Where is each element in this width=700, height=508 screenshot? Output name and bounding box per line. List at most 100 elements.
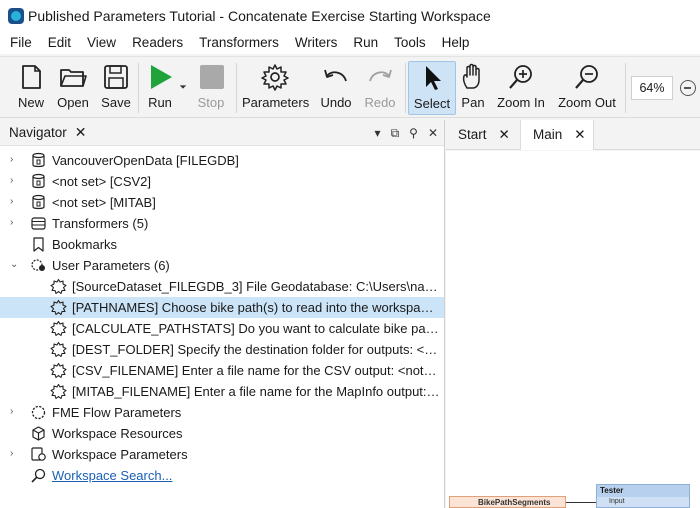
pan-label: Pan [461, 95, 485, 110]
menu-bar: File Edit View Readers Transformers Writ… [0, 32, 700, 54]
tab-main[interactable]: Main ✕ [520, 120, 594, 150]
cursor-arrow-icon [426, 66, 441, 90]
new-label: New [17, 95, 44, 110]
chevron-right-icon[interactable]: › [10, 218, 20, 228]
parameters-button[interactable]: Parameters [242, 61, 310, 115]
fme-app-icon [8, 8, 24, 24]
input-port[interactable]: Input [597, 497, 689, 507]
run-options-dropdown[interactable] [177, 61, 189, 115]
menu-transformers[interactable]: Transformers [191, 32, 287, 54]
tree-item-fme-flow-parameters[interactable]: › FME Flow Parameters [0, 402, 444, 423]
navigator-panel: Navigator ✕ ▾ ⧉ ⚲ ✕ › VancouverOpenData [… [0, 120, 445, 508]
tree-item-vancouveropendata-filegdb[interactable]: › VancouverOpenData [FILEGDB] [0, 150, 444, 171]
run-label: Run [148, 95, 172, 110]
menu-edit[interactable]: Edit [40, 32, 79, 54]
zoom-in-button[interactable]: Zoom In [494, 61, 548, 115]
select-tool-button[interactable]: Select [408, 61, 456, 115]
menu-readers[interactable]: Readers [124, 32, 191, 54]
tree-item-bookmarks[interactable]: Bookmarks [0, 234, 444, 255]
navigator-title: Navigator [9, 125, 67, 140]
menu-help[interactable]: Help [434, 32, 478, 54]
parameter-icon [50, 383, 67, 400]
parameter-icon [50, 341, 67, 358]
zoom-out-button[interactable]: Zoom Out [556, 61, 618, 115]
panel-float-icon[interactable]: ⧉ [391, 126, 400, 141]
run-play-icon [151, 65, 172, 89]
open-folder-icon [60, 69, 87, 87]
tree-item-not-set-mitab[interactable]: › <not set> [MITAB] [0, 192, 444, 213]
user-parameter-item[interactable]: [CALCULATE_PATHSTATS] Do you want to cal… [0, 318, 444, 339]
connection-line[interactable] [566, 502, 596, 503]
tree-item-label: FME Flow Parameters [52, 405, 182, 420]
parameters-label: Parameters [242, 95, 310, 110]
pan-tool-button[interactable]: Pan [458, 61, 488, 115]
tree-item-label: [CSV_FILENAME] Enter a file name for the… [72, 363, 440, 378]
parameter-icon [50, 299, 67, 316]
redo-label: Redo [364, 95, 396, 110]
parameter-icon [50, 362, 67, 379]
tree-item-label: Bookmarks [52, 237, 118, 252]
navigator-tab-close-icon[interactable]: ✕ [75, 124, 87, 141]
tree-item-label: [PATHNAMES] Choose bike path(s) to read … [72, 300, 440, 315]
tab-start-close-icon[interactable]: ✕ [499, 127, 510, 142]
tree-item-label: VancouverOpenData [FILEGDB] [52, 153, 239, 168]
chevron-right-icon[interactable]: › [10, 407, 20, 417]
zoom-in-label: Zoom In [497, 95, 545, 110]
tester-transformer-node[interactable]: Tester Input [596, 484, 690, 508]
stop-button[interactable]: Stop [194, 61, 228, 115]
open-button[interactable]: Open [55, 61, 91, 115]
toolbar-separator [236, 63, 237, 113]
run-button[interactable]: Run [144, 61, 176, 115]
zoom-in-icon [509, 65, 532, 89]
save-button[interactable]: Save [99, 61, 133, 115]
panel-close-icon[interactable]: ✕ [428, 126, 438, 140]
tree-item-label: Workspace Resources [52, 426, 183, 441]
tree-item-transformers-5[interactable]: › Transformers (5) [0, 213, 444, 234]
chevron-right-icon[interactable]: › [10, 197, 20, 207]
tree-item-label: Transformers (5) [52, 216, 149, 231]
undo-button[interactable]: Undo [316, 61, 356, 115]
search-icon [30, 467, 47, 484]
chevron-right-icon[interactable]: › [10, 176, 20, 186]
user-parameters-icon [30, 257, 47, 274]
workspace-canvas[interactable] [446, 151, 700, 508]
tree-item-label: User Parameters (6) [52, 258, 170, 273]
menu-writers[interactable]: Writers [287, 32, 346, 54]
tab-start[interactable]: Start ✕ [446, 120, 520, 150]
panel-pin-icon[interactable]: ⚲ [409, 126, 418, 140]
user-parameter-item[interactable]: [PATHNAMES] Choose bike path(s) to read … [0, 297, 444, 318]
select-label: Select [413, 96, 451, 111]
user-parameter-item[interactable]: [SourceDataset_FILEGDB_3] File Geodataba… [0, 276, 444, 297]
chevron-right-icon[interactable]: › [10, 449, 20, 459]
redo-button[interactable]: Redo [361, 61, 399, 115]
feature-type-node[interactable]: BikePathSegments [449, 496, 566, 508]
bookmark-icon [30, 236, 47, 253]
user-parameter-item[interactable]: [DEST_FOLDER] Specify the destination fo… [0, 339, 444, 360]
chevron-down-icon[interactable]: ⌄ [10, 260, 20, 270]
tree-item-label: <not set> [CSV2] [52, 174, 152, 189]
gear-icon [261, 64, 289, 91]
menu-run[interactable]: Run [345, 32, 386, 54]
title-bar: Published Parameters Tutorial - Concaten… [0, 0, 700, 32]
tree-item-workspace-parameters[interactable]: › Workspace Parameters [0, 444, 444, 465]
tree-item-workspace-resources[interactable]: Workspace Resources [0, 423, 444, 444]
database-icon [30, 173, 47, 190]
tree-item-user-parameters-6[interactable]: ⌄ User Parameters (6) [0, 255, 444, 276]
new-button[interactable]: New [14, 61, 48, 115]
user-parameter-item[interactable]: [MITAB_FILENAME] Enter a file name for t… [0, 381, 444, 402]
menu-file[interactable]: File [2, 32, 40, 54]
tree-item-workspace-search[interactable]: Workspace Search... [0, 465, 444, 486]
zoom-decrease-icon[interactable] [680, 80, 696, 96]
menu-view[interactable]: View [79, 32, 124, 54]
tab-main-close-icon[interactable]: ✕ [574, 127, 585, 142]
panel-dropdown-icon[interactable]: ▾ [375, 126, 381, 140]
tree-item-label: [SourceDataset_FILEGDB_3] File Geodataba… [72, 279, 440, 294]
menu-tools[interactable]: Tools [386, 32, 434, 54]
toolbar-separator [138, 63, 139, 113]
user-parameter-item[interactable]: [CSV_FILENAME] Enter a file name for the… [0, 360, 444, 381]
tree-item-not-set-csv2[interactable]: › <not set> [CSV2] [0, 171, 444, 192]
chevron-right-icon[interactable]: › [10, 155, 20, 165]
database-icon [30, 194, 47, 211]
zoom-level-field[interactable]: 64% [631, 76, 673, 100]
transformers-icon [30, 215, 47, 232]
